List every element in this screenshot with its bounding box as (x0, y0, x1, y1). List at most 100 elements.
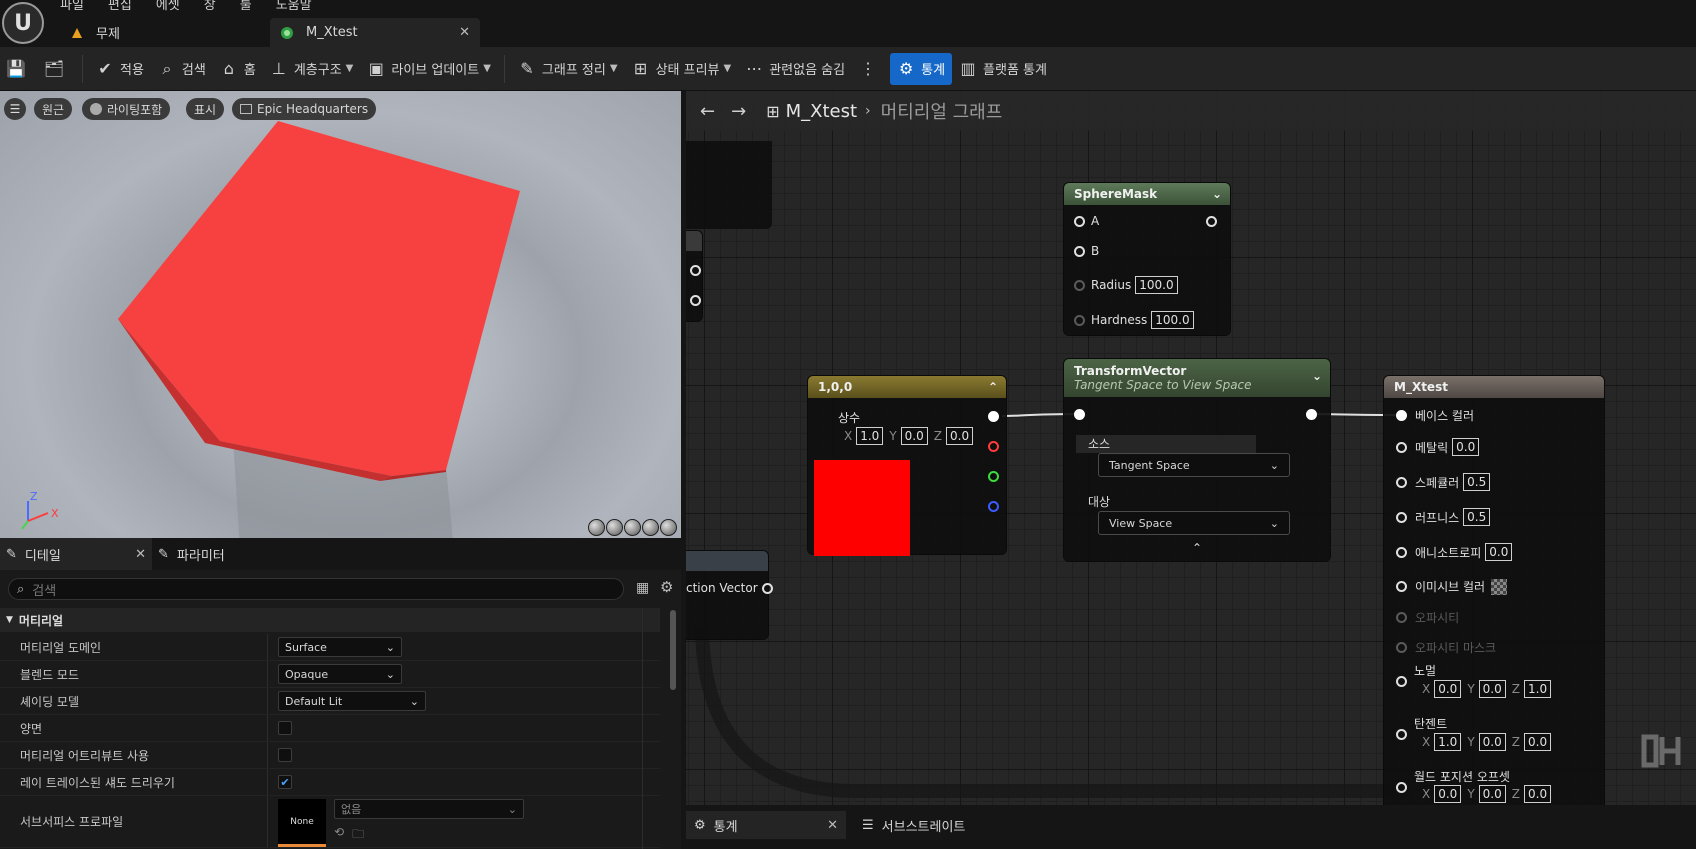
cube-icon[interactable] (642, 519, 659, 536)
browse-button[interactable]: 🗂 (38, 53, 76, 85)
tab-parameters[interactable]: ✎ 파라미터 (152, 538, 231, 570)
output-pin[interactable] (690, 295, 701, 306)
input-pin-a[interactable] (1074, 215, 1085, 227)
close-icon[interactable]: ✕ (459, 25, 470, 40)
menu-asset[interactable]: 에셋 (156, 0, 180, 14)
tab-details[interactable]: ✎ 디테일 ✕ (0, 538, 152, 570)
chevron-up-icon[interactable]: ⌃ (1192, 541, 1202, 555)
apply-button[interactable]: ✔ 적용 (89, 53, 151, 85)
plane-icon[interactable] (624, 519, 641, 536)
browse-folder-icon[interactable]: 🗀 (352, 825, 364, 846)
home-button[interactable]: ⌂ 홈 (213, 53, 263, 85)
material-graph[interactable]: ← → ⊞ M_Xtest › 머티리얼 그래프 ction Vector Sp… (686, 91, 1696, 805)
use-material-attributes-checkbox[interactable] (278, 748, 292, 762)
environment-button[interactable]: Epic Headquarters (232, 98, 377, 120)
preview-viewport[interactable]: ☰ 원근 라이팅포함 표시 Epic Headquarters Z X (0, 91, 681, 538)
input-pin[interactable] (1074, 409, 1085, 420)
sphere-icon[interactable] (606, 519, 623, 536)
close-icon[interactable]: ✕ (135, 547, 146, 562)
radius-value[interactable]: 100.0 (1135, 276, 1178, 294)
tab-untitled[interactable]: 무제 (60, 18, 270, 47)
input-pin-normal[interactable] (1396, 676, 1407, 687)
input-pin-specular[interactable] (1396, 476, 1407, 488)
gear-icon[interactable]: ⚙ (660, 578, 673, 596)
spheremask-node-header[interactable]: SphereMask ⌄ (1064, 183, 1230, 205)
save-button[interactable]: 💾 (0, 53, 38, 85)
constant-node-header[interactable]: 1,0,0 ⌃ (808, 376, 1006, 398)
tab-stats[interactable]: ⚙ 통계 ✕ (686, 811, 846, 839)
menu-help[interactable]: 도움말 (276, 0, 312, 14)
input-pin-radius[interactable] (1074, 279, 1085, 291)
metallic-value[interactable]: 0.0 (1452, 438, 1480, 456)
unreal-logo-icon[interactable]: U (2, 2, 44, 44)
lit-mode-button[interactable]: 라이팅포함 (82, 98, 171, 120)
menu-window[interactable]: 창 (204, 0, 216, 14)
constant3vector-node[interactable]: 1,0,0 ⌃ 상수 X 1.0 Y 0.0 Z 0.0 (808, 376, 1006, 556)
spheremask-node[interactable]: SphereMask ⌄ A B Radius 100.0 Hardness 100… (1064, 183, 1230, 335)
output-pin[interactable] (1306, 409, 1317, 420)
input-pin-hardness[interactable] (1074, 314, 1085, 326)
output-pin[interactable] (1206, 216, 1217, 227)
output-pin-rgb[interactable] (988, 411, 999, 422)
perspective-button[interactable]: 원근 (34, 98, 73, 120)
input-pin-anisotropy[interactable] (1396, 546, 1407, 558)
input-pin-tangent[interactable] (1396, 729, 1407, 740)
specular-value[interactable]: 0.5 (1463, 473, 1491, 491)
menu-tools[interactable]: 툴 (240, 0, 252, 14)
output-pin[interactable] (761, 582, 773, 594)
wpo-x-value[interactable]: 0.0 (1434, 785, 1462, 803)
normal-x-value[interactable]: 0.0 (1434, 680, 1462, 698)
input-pin-roughness[interactable] (1396, 511, 1407, 523)
input-pin-world-position-offset[interactable] (1396, 782, 1407, 793)
transformvector-node-header[interactable]: TransformVector Tangent Space to View Sp… (1064, 359, 1330, 397)
partial-node-reflection-vector[interactable]: ction Vector (686, 551, 773, 639)
cylinder-icon[interactable] (588, 519, 605, 536)
normal-y-value[interactable]: 0.0 (1478, 680, 1506, 698)
menu-edit[interactable]: 편집 (108, 0, 132, 14)
shading-model-dropdown[interactable]: Default Lit ⌄ (278, 691, 426, 711)
tangent-y-value[interactable]: 0.0 (1478, 733, 1506, 751)
wpo-y-value[interactable]: 0.0 (1478, 785, 1506, 803)
material-result-node[interactable]: M_Xtest 베이스 컬러 메탈릭 0.0 스페큘러 0.5 러프니스 0.5 애니… (1384, 376, 1604, 805)
hardness-value[interactable]: 100.0 (1151, 311, 1194, 329)
input-pin-opacity-mask[interactable] (1396, 642, 1407, 653)
constant-z-value[interactable]: 0.0 (946, 427, 974, 445)
details-scrollbar[interactable] (670, 610, 676, 690)
blend-mode-dropdown[interactable]: Opaque ⌄ (278, 664, 402, 684)
tangent-z-value[interactable]: 0.0 (1524, 733, 1552, 751)
partial-node[interactable] (686, 231, 702, 321)
output-pin[interactable] (690, 265, 701, 276)
tab-substrate[interactable]: ☰ 서브스트레이트 (854, 811, 973, 839)
platform-stats-button[interactable]: ▥ 플랫폼 통계 (952, 53, 1054, 85)
input-pin-emissive[interactable] (1396, 581, 1407, 592)
state-preview-button[interactable]: ⊞ 상태 프리뷰 ▼ (625, 53, 739, 85)
input-pin-opacity[interactable] (1396, 612, 1407, 623)
material-domain-dropdown[interactable]: Surface ⌄ (278, 637, 402, 657)
output-pin-r[interactable] (988, 441, 999, 452)
tangent-x-value[interactable]: 1.0 (1434, 733, 1462, 751)
wpo-z-value[interactable]: 0.0 (1524, 785, 1552, 803)
transformvector-node[interactable]: TransformVector Tangent Space to View Sp… (1064, 359, 1330, 561)
dest-dropdown[interactable]: View Space ⌄ (1098, 511, 1290, 535)
raytraced-shadows-checkbox[interactable]: ✔ (278, 775, 292, 789)
graph-cleanup-button[interactable]: ✎ 그래프 정리 ▼ (511, 53, 625, 85)
roughness-value[interactable]: 0.5 (1463, 508, 1491, 526)
subsurface-thumbnail[interactable]: None (278, 799, 326, 847)
output-pin-b[interactable] (988, 501, 999, 512)
hide-unrelated-button[interactable]: ⋯ 관련없음 숨김 (738, 53, 852, 85)
subsurface-profile-dropdown[interactable]: 없음 ⌄ (334, 799, 524, 819)
reset-arrow-icon[interactable]: ⟲ (334, 825, 344, 846)
material-section-header[interactable]: ▼ 머티리얼 (0, 608, 660, 632)
details-search-input[interactable]: ⌕ 검색 (8, 578, 624, 600)
custom-mesh-icon[interactable] (660, 519, 677, 536)
stats-button[interactable]: ⚙ 통계 (890, 52, 953, 85)
graph-title[interactable]: M_Xtest (786, 101, 857, 122)
tab-material[interactable]: M_Xtest ✕ (270, 18, 480, 47)
search-button[interactable]: ⌕ 검색 (151, 53, 213, 85)
hamburger-menu-icon[interactable]: ☰ (4, 98, 26, 120)
result-node-header[interactable]: M_Xtest (1384, 376, 1604, 398)
normal-z-value[interactable]: 1.0 (1524, 680, 1552, 698)
show-button[interactable]: 표시 (186, 98, 225, 120)
back-arrow-icon[interactable]: ← (700, 101, 715, 122)
output-pin-g[interactable] (988, 471, 999, 482)
